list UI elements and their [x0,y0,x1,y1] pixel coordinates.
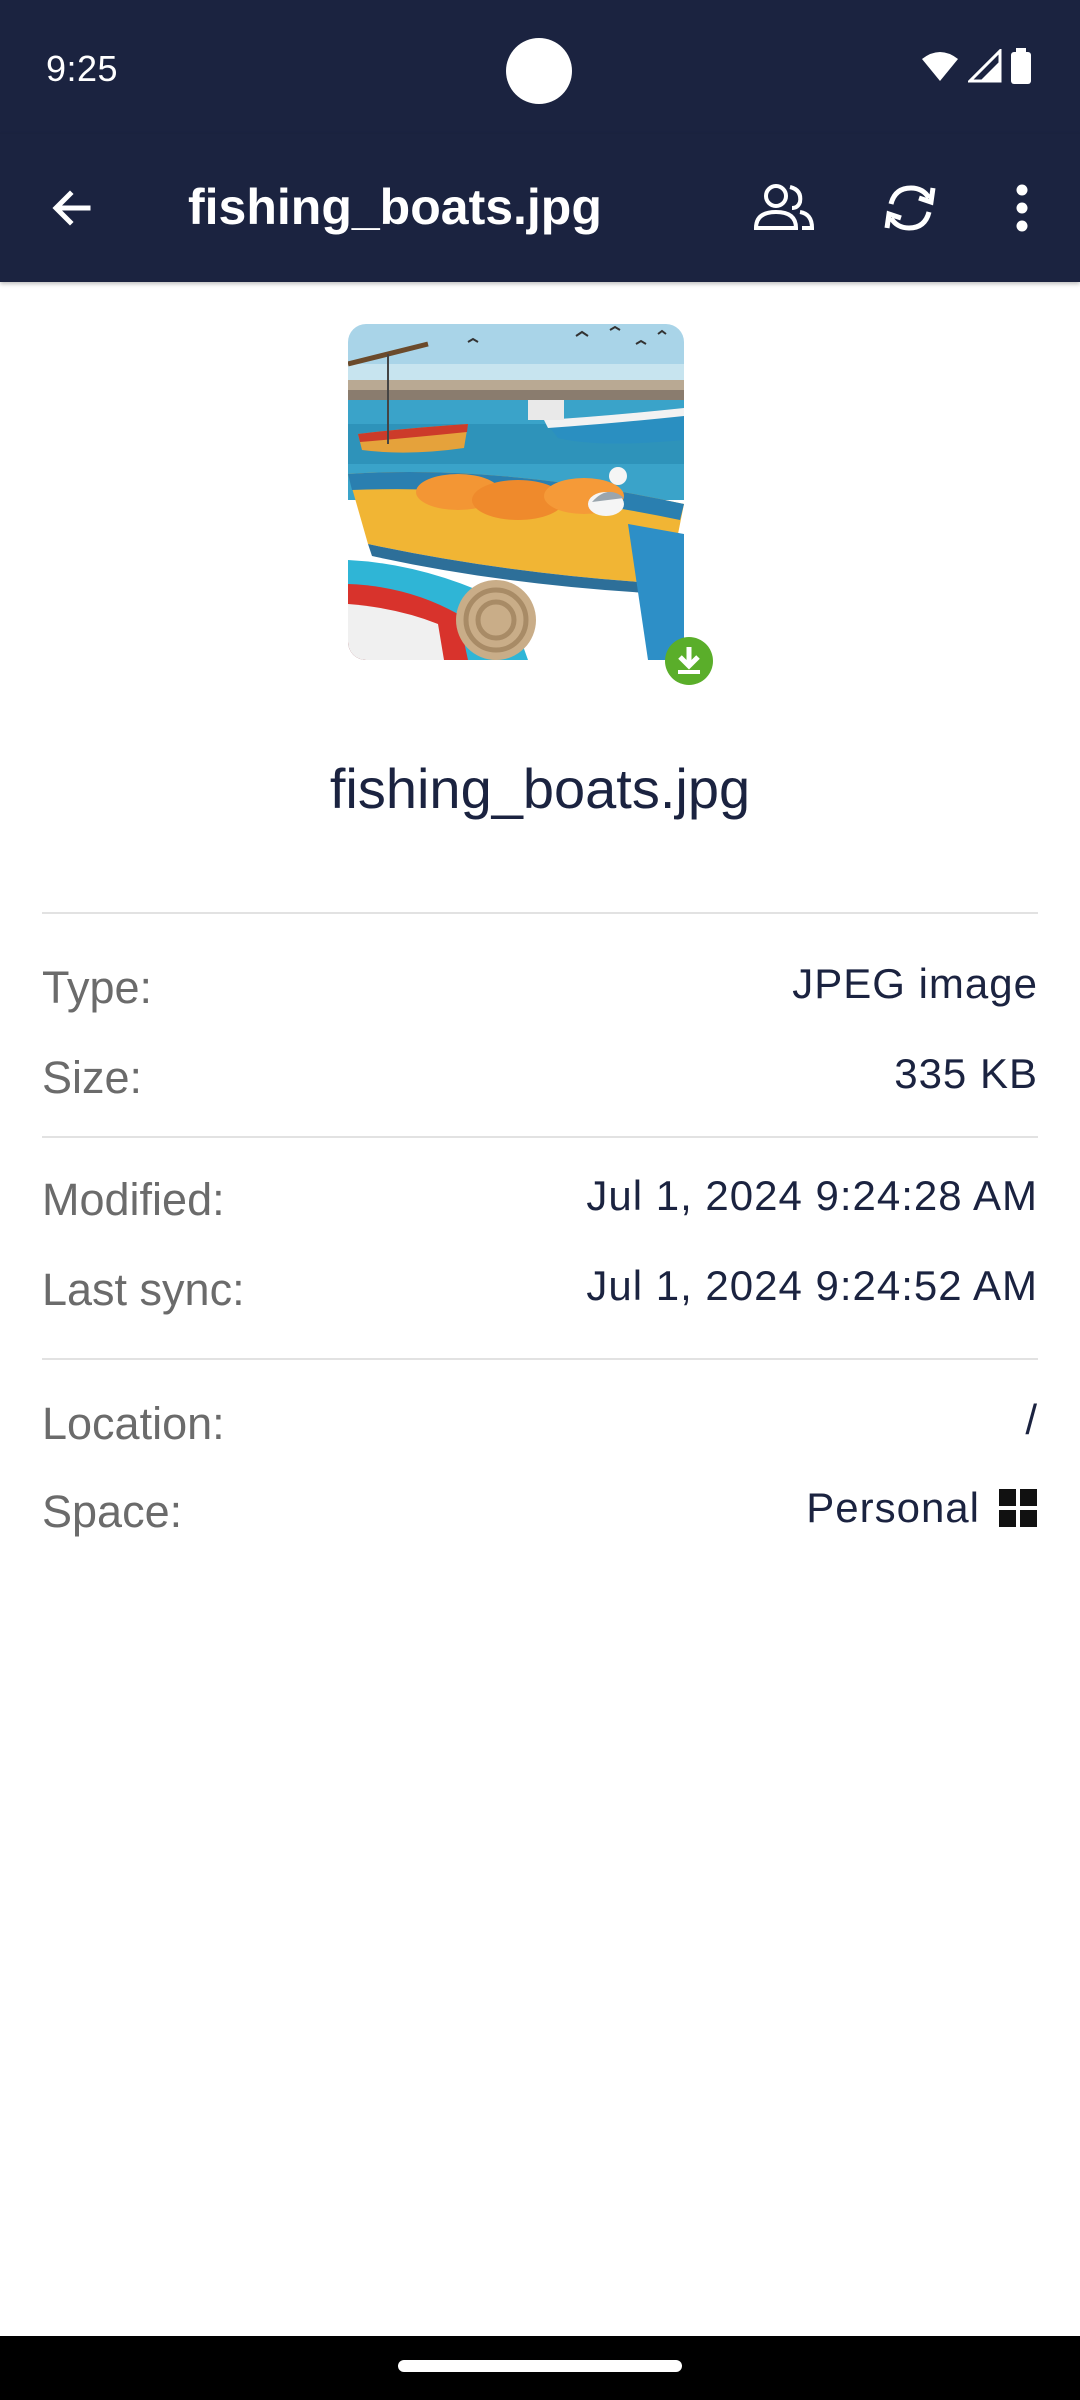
size-label: Size: [42,1052,143,1103]
detail-row-modified: Modified: Jul 1, 2024 9:24:28 AM [42,1172,1038,1234]
last-sync-label: Last sync: [42,1264,245,1315]
fishing-boats-image [348,324,684,660]
modified-label: Modified: [42,1174,225,1225]
file-name: fishing_boats.jpg [329,757,751,820]
type-value: JPEG image [792,960,1038,1007]
space-value-wrap: Personal [806,1484,1038,1532]
arrow-back-icon [52,190,91,226]
more-vert-icon [1016,184,1028,232]
location-label: Location: [42,1398,225,1449]
back-button[interactable] [38,174,106,242]
divider [42,912,1038,914]
divider [42,1358,1038,1360]
sync-button[interactable] [874,172,946,244]
wifi-icon [922,52,958,81]
grid-icon [999,1489,1037,1527]
detail-row-space: Space: Personal [42,1484,1038,1546]
detail-row-location: Location: / [42,1396,1038,1458]
camera-cutout [506,38,572,104]
file-details-screen: 9:25 fishing_boats.jpg fishing_boats.jpg… [0,0,1080,2400]
signal-icon [968,49,1002,83]
share-people-icon [753,184,815,230]
detail-row-size: Size: 335 KB [42,1050,1038,1112]
type-label: Type: [42,962,153,1013]
download-icon [665,637,713,685]
space-label: Space: [42,1486,183,1537]
file-thumbnail[interactable] [348,324,684,660]
modified-value: Jul 1, 2024 9:24:28 AM [586,1172,1038,1219]
battery-icon [1011,48,1031,84]
status-time: 9:25 [46,48,119,89]
app-bar-title: fishing_boats.jpg [188,179,602,235]
file-thumbnail-container [348,324,713,685]
detail-row-type: Type: JPEG image [42,960,1038,1022]
home-handle[interactable] [398,2360,682,2372]
app-bar: fishing_boats.jpg [0,134,1080,282]
share-button[interactable] [748,172,820,244]
size-value: 335 KB [894,1050,1038,1097]
status-icons [920,48,1032,84]
status-bar: 9:25 [0,0,1080,134]
sync-icon [884,185,936,231]
space-value: Personal [806,1484,980,1531]
detail-row-last-sync: Last sync: Jul 1, 2024 9:24:52 AM [42,1262,1038,1324]
location-value: / [1025,1396,1038,1443]
last-sync-value: Jul 1, 2024 9:24:52 AM [586,1262,1038,1309]
navigation-bar [0,2336,1080,2400]
more-options-button[interactable] [986,172,1058,244]
divider [42,1136,1038,1138]
